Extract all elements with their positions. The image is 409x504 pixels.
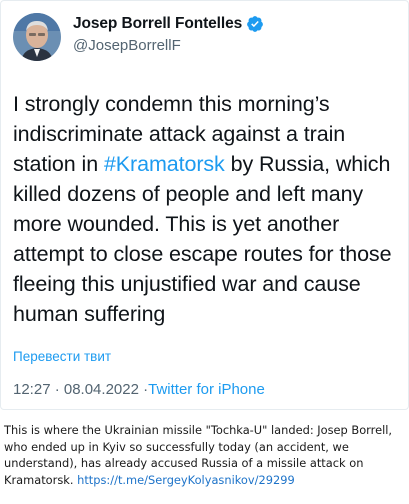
tweet-author: Josep Borrell Fontelles @JosepBorrellF xyxy=(73,15,264,54)
tweet-source-link[interactable]: Twitter for iPhone xyxy=(148,381,265,398)
tweet-header: Josep Borrell Fontelles @JosepBorrellF xyxy=(13,13,398,61)
caption: This is where the Ukrainian missile "Toc… xyxy=(4,422,408,488)
translate-tweet-link[interactable]: Перевести твит xyxy=(13,349,111,364)
tweet-text: I strongly condemn this morning’s indisc… xyxy=(13,89,403,329)
display-name[interactable]: Josep Borrell Fontelles xyxy=(73,15,242,33)
avatar[interactable] xyxy=(13,13,61,61)
verified-badge-icon xyxy=(246,15,264,33)
user-handle[interactable]: @JosepBorrellF xyxy=(73,37,264,54)
caption-link[interactable]: https://t.me/SergeyKolyasnikov/29299 xyxy=(77,473,295,487)
tweet-card[interactable]: Josep Borrell Fontelles @JosepBorrellF I… xyxy=(0,0,409,410)
tweet-timestamp[interactable]: 12:27 · 08.04.2022 · xyxy=(13,381,148,398)
page: Josep Borrell Fontelles @JosepBorrellF I… xyxy=(0,0,409,504)
tweet-text-part: by Russia, which killed dozens of people… xyxy=(13,152,392,326)
hashtag-link[interactable]: #Kramatorsk xyxy=(104,152,225,176)
tweet-meta: 12:27 · 08.04.2022 · Twitter for iPhone xyxy=(13,381,265,398)
